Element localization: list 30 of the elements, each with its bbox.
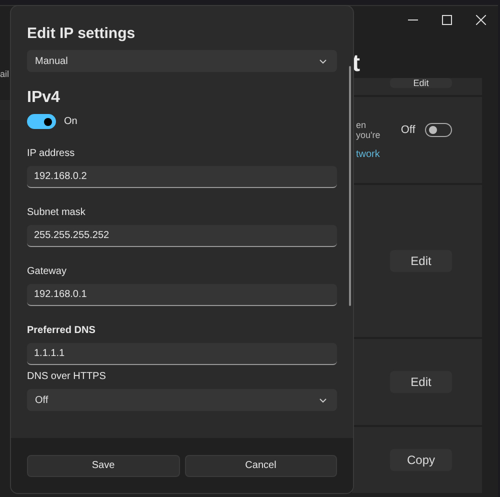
input-field[interactable]: 1.1.1.1 xyxy=(27,343,337,365)
chevron-icon xyxy=(319,58,327,64)
dropdown[interactable]: Off xyxy=(27,389,337,411)
card-button[interactable]: Edit xyxy=(390,78,452,88)
save-button[interactable]: Save xyxy=(27,454,180,476)
input-field[interactable]: 192.168.0.2 xyxy=(27,166,337,188)
toggle-state: On xyxy=(64,116,78,127)
toggle-state: Off xyxy=(400,124,416,136)
toggle-switch[interactable] xyxy=(425,123,452,137)
card-button[interactable]: Edit xyxy=(390,250,452,272)
card-button[interactable]: Edit xyxy=(390,371,452,393)
dialog-title: Edit IP settings xyxy=(27,24,136,44)
input-field[interactable]: 255.255.255.252 xyxy=(27,225,337,247)
close-icon[interactable] xyxy=(476,15,486,25)
field-label: Gateway xyxy=(27,266,68,278)
field-label: Preferred DNS xyxy=(27,325,96,337)
setting-text: en you're xyxy=(356,120,382,140)
side-text: ail xyxy=(0,68,10,80)
field-label: DNS over HTTPS xyxy=(27,371,107,383)
toggle-switch[interactable] xyxy=(27,114,56,129)
chevron-icon xyxy=(319,398,327,402)
field-label: IP address xyxy=(27,148,76,160)
mode-dropdown[interactable]: Manual xyxy=(27,50,337,72)
maximize-icon[interactable] xyxy=(442,15,452,25)
field-label: Subnet mask xyxy=(27,207,86,219)
input-field[interactable]: 192.168.0.1 xyxy=(27,284,337,306)
cancel-button[interactable]: Cancel xyxy=(184,454,337,476)
card-button[interactable]: Copy xyxy=(390,449,452,471)
section-heading: IPv4 xyxy=(27,88,61,108)
network-link[interactable]: twork xyxy=(356,149,380,160)
